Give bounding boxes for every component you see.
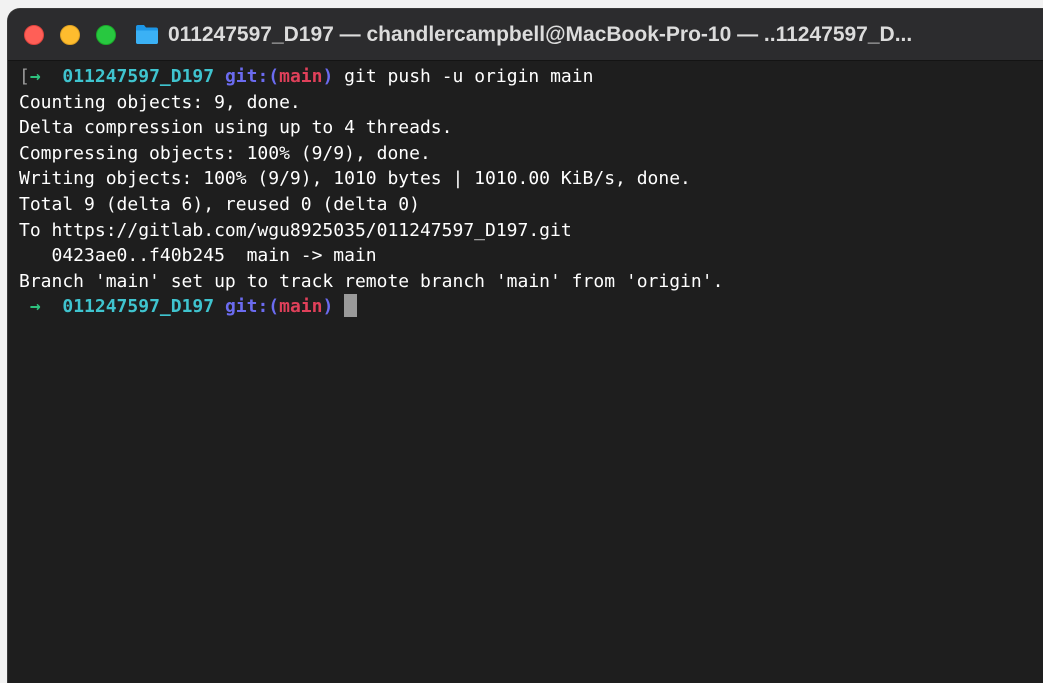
prompt-command: git push -u origin main: [344, 66, 594, 87]
terminal-window: 011247597_D197 — chandlercampbell@MacBoo…: [8, 9, 1043, 683]
output-line: Delta compression using up to 4 threads.: [19, 117, 453, 139]
current-prompt-line: → 011247597_D197 git:(main): [19, 294, 1043, 320]
prompt-directory: 011247597_D197: [62, 66, 215, 87]
output-line: To https://gitlab.com/wgu8925035/0112475…: [19, 219, 572, 241]
prompt-line: [→ 011247597_D197 git:(main) git push -u…: [19, 64, 1043, 90]
output-line: Branch 'main' set up to track remote bra…: [19, 270, 724, 292]
output-line: Writing objects: 100% (9/9), 1010 bytes …: [19, 168, 691, 190]
prompt-arrow-icon: →: [29, 296, 41, 318]
terminal-output-area[interactable]: [→ 011247597_D197 git:(main) git push -u…: [8, 62, 1043, 683]
prompt-git-label: git:(: [224, 66, 280, 87]
prompt-directory: 011247597_D197: [62, 296, 215, 318]
prompt-arrow-icon: →: [29, 66, 41, 87]
prompt-bracket: [: [19, 66, 30, 87]
output-line: 0423ae0..f40b245 main -> main: [19, 245, 377, 267]
prompt-git-close: ): [322, 296, 334, 318]
prompt-git-close: ): [322, 66, 334, 87]
maximize-button[interactable]: [96, 25, 116, 45]
text-cursor: [344, 294, 358, 318]
prompt-git-label: git:(: [224, 296, 280, 318]
close-button[interactable]: [24, 25, 44, 45]
prompt-branch: main: [279, 296, 323, 318]
window-title: 011247597_D197 — chandlercampbell@MacBoo…: [168, 23, 913, 46]
output-line: Compressing objects: 100% (9/9), done.: [19, 142, 431, 164]
title-bar[interactable]: 011247597_D197 — chandlercampbell@MacBoo…: [8, 9, 1043, 61]
output-line: Total 9 (delta 6), reused 0 (delta 0): [19, 193, 420, 215]
output-line: Counting objects: 9, done.: [19, 91, 301, 113]
minimize-button[interactable]: [60, 25, 80, 45]
prompt-branch: main: [279, 66, 323, 87]
folder-icon: [136, 25, 158, 44]
